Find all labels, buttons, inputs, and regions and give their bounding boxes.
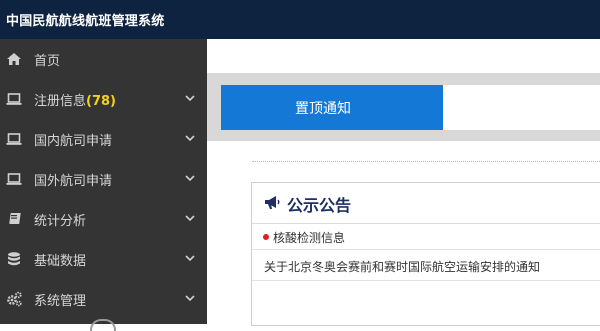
tab-bar-blank	[443, 85, 600, 130]
app-title: 中国民航航线航班管理系统	[6, 14, 165, 29]
announcement-link[interactable]: 核酸检测信息	[273, 229, 345, 246]
tab-label: 置顶通知	[295, 101, 351, 117]
count-badge: (78)	[86, 94, 116, 109]
announcement-header: 公示公告	[252, 183, 600, 224]
chevron-down-icon	[185, 215, 195, 222]
chevron-down-icon	[185, 95, 195, 102]
sidebar-item-system-management[interactable]: 系统管理	[0, 279, 207, 319]
red-dot-icon	[263, 234, 269, 240]
top-header-bar: 中国民航航线航班管理系统	[0, 0, 600, 39]
sidebar-item-label: 基础数据	[34, 254, 87, 269]
sidebar-item-domestic-airline[interactable]: 国内航司申请	[0, 119, 207, 159]
chevron-down-icon	[185, 175, 195, 182]
announcement-link[interactable]: 关于北京冬奥会赛前和赛时国际航空运输安排的通知	[264, 258, 540, 275]
sidebar-item-label: 首页	[34, 54, 61, 69]
laptop-icon	[6, 173, 22, 185]
sidebar-item-label: 国内航司申请	[34, 134, 113, 149]
sidebar-item-home[interactable]: 首页	[0, 39, 207, 79]
laptop-icon	[6, 133, 22, 145]
gears-icon	[7, 291, 22, 307]
chevron-down-icon	[185, 295, 195, 302]
announcement-title: 公示公告	[287, 196, 352, 215]
sidebar-item-statistics[interactable]: 统计分析	[0, 199, 207, 239]
announcement-item[interactable]: 关于北京冬奥会赛前和赛时国际航空运输安排的通知	[252, 250, 600, 281]
sidebar-item-label: 注册信息	[34, 94, 87, 109]
laptop-icon	[6, 93, 22, 105]
megaphone-icon	[265, 196, 280, 209]
book-icon	[9, 213, 21, 224]
tab-pinned-notice[interactable]: 置顶通知	[221, 85, 443, 130]
sidebar-item-foreign-airline[interactable]: 国外航司申请	[0, 159, 207, 199]
chevron-down-icon	[185, 255, 195, 262]
scroll-indicator	[90, 319, 116, 331]
home-icon	[7, 53, 21, 65]
sidebar-item-base-data[interactable]: 基础数据	[0, 239, 207, 279]
database-icon	[8, 252, 20, 266]
announcement-item[interactable]: 核酸检测信息	[252, 224, 600, 250]
announcement-panel: 公示公告 核酸检测信息 关于北京冬奥会赛前和赛时国际航空运输安排的通知	[251, 182, 600, 326]
sidebar-item-label: 国外航司申请	[34, 174, 113, 189]
chevron-down-icon	[185, 135, 195, 142]
sidebar-item-label: 统计分析	[34, 214, 87, 229]
divider	[252, 161, 600, 162]
sidebar-item-registration[interactable]: 注册信息(78)	[0, 79, 207, 119]
sidebar: 首页 注册信息(78) 国内航司申请 国外航司申请 统计分析 基础数据 系统管理	[0, 39, 207, 331]
sidebar-item-label: 系统管理	[34, 294, 87, 309]
